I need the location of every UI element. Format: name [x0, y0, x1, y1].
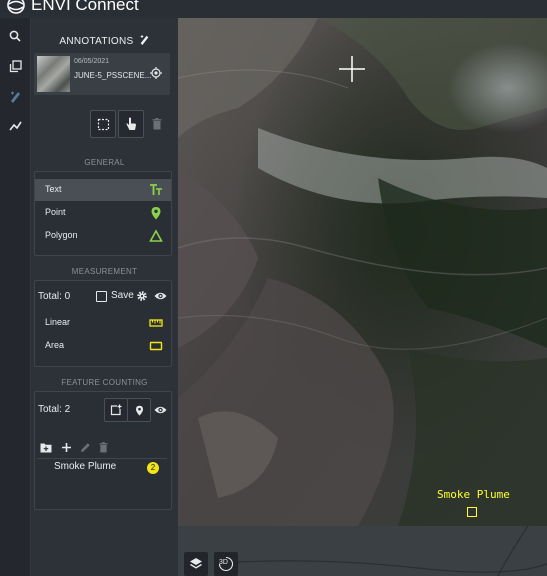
area-tool[interactable]: Area — [35, 335, 171, 357]
map-view[interactable]: Smoke Plume — [178, 18, 547, 526]
eye-icon[interactable] — [154, 405, 167, 415]
triangle-icon — [149, 229, 163, 242]
save-label: Save — [111, 290, 134, 301]
layers-icon — [190, 558, 202, 569]
feature-counting-section-label: FEATURE COUNTING — [61, 378, 148, 387]
3d-label: 3D — [219, 559, 228, 566]
tool-rail — [0, 18, 31, 576]
point-tool-label: Point — [45, 207, 66, 217]
measurement-tools: Total: 0 Save Linear Area — [34, 280, 172, 367]
layers-button[interactable] — [184, 552, 208, 576]
select-box-button[interactable] — [90, 110, 116, 138]
select-box-icon — [97, 118, 109, 130]
plus-icon[interactable] — [61, 442, 72, 453]
polygon-tool-label: Polygon — [45, 230, 78, 240]
trash-icon — [152, 118, 162, 130]
search-button[interactable] — [5, 26, 25, 46]
linear-tool[interactable]: Linear — [35, 312, 171, 334]
feature-list-item[interactable]: Smoke Plume 2 — [37, 458, 167, 477]
layer-thumbnail — [37, 56, 70, 92]
annotations-panel: ANNOTATIONS 06/05/2021 JUNE-5_PSSCENE... — [31, 18, 178, 576]
layer-card[interactable]: 06/05/2021 JUNE-5_PSSCENE... — [34, 53, 170, 95]
hand-pointer-icon — [126, 117, 136, 130]
general-tools: Text Point Polygon — [34, 171, 172, 256]
top-bar: ENVI Connect — [0, 0, 547, 19]
envi-logo-icon — [7, 0, 25, 14]
app-title: ENVI Connect — [31, 0, 139, 14]
trash-icon[interactable] — [99, 442, 108, 453]
map-pin-icon — [151, 207, 161, 220]
point-tool[interactable]: Point — [35, 202, 171, 224]
save-checkbox[interactable] — [96, 291, 107, 302]
text-tool-icon — [150, 184, 162, 195]
eye-icon[interactable] — [154, 291, 167, 301]
add-feature-layer-button[interactable] — [104, 398, 128, 422]
search-icon — [9, 30, 21, 42]
measurement-section-label: MEASUREMENT — [71, 267, 138, 276]
polygon-tool[interactable]: Polygon — [35, 225, 171, 247]
satellite-imagery — [178, 18, 547, 526]
delete-button[interactable] — [152, 117, 162, 135]
pointer-button[interactable] — [118, 110, 144, 138]
panel-title-text: ANNOTATIONS — [59, 36, 134, 47]
feature-counting-panel: Total: 2 Smoke Plume 2 — [34, 391, 172, 510]
line-chart-icon — [8, 121, 22, 131]
add-layer-icon — [110, 404, 122, 416]
gear-icon[interactable] — [136, 290, 148, 302]
rectangle-icon — [149, 341, 163, 351]
pencil-icon[interactable] — [80, 442, 91, 453]
crosshair-cursor-icon — [339, 56, 365, 82]
map-toolbar: 3D — [178, 526, 547, 576]
text-tool[interactable]: Text — [35, 179, 171, 201]
feature-count-badge: 2 — [147, 462, 159, 474]
library-icon — [9, 59, 22, 72]
map-pin-icon — [135, 405, 143, 416]
feature-total: Total: 2 — [38, 404, 71, 415]
annotations-button[interactable] — [5, 86, 25, 106]
general-section-label: GENERAL — [84, 158, 125, 167]
add-folder-icon[interactable] — [40, 442, 52, 453]
panel-title: ANNOTATIONS — [31, 34, 178, 47]
area-tool-label: Area — [45, 340, 65, 350]
smoke-plume-annotation-label[interactable]: Smoke Plume — [437, 488, 510, 501]
layer-date: 06/05/2021 — [74, 58, 110, 65]
annotation-tool-icon — [10, 91, 20, 103]
place-point-button[interactable] — [127, 398, 151, 422]
text-tool-label: Text — [45, 184, 62, 194]
3d-view-button[interactable]: 3D — [214, 552, 238, 576]
locate-icon[interactable] — [150, 67, 162, 79]
analytics-button[interactable] — [5, 116, 25, 136]
measurement-total: Total: 0 — [38, 291, 71, 302]
feature-name: Smoke Plume — [54, 461, 117, 472]
linear-tool-label: Linear — [45, 317, 71, 327]
ruler-icon — [149, 319, 163, 327]
annotation-tool-icon — [140, 35, 148, 45]
layer-name: JUNE-5_PSSCENE... — [74, 71, 152, 80]
smoke-plume-marker[interactable] — [467, 507, 477, 517]
library-button[interactable] — [5, 56, 25, 76]
